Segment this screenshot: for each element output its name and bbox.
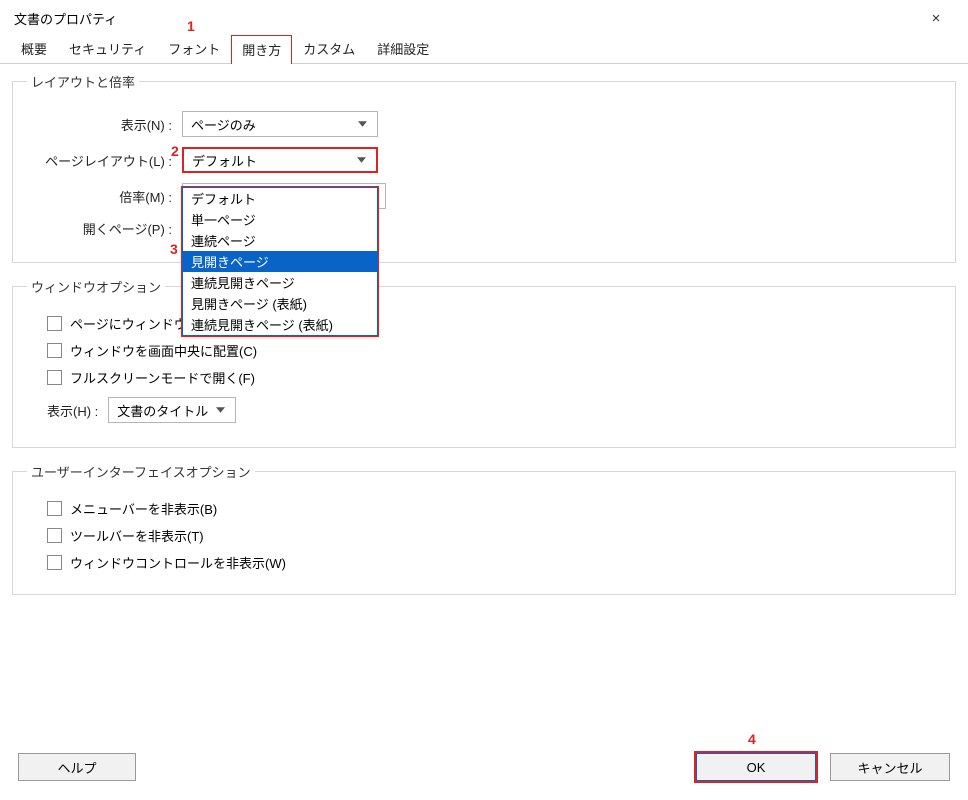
chevron-down-icon — [211, 398, 229, 422]
tab-content: レイアウトと倍率 表示(N) : ページのみ 2 ページレイアウト(L) : デ… — [0, 64, 968, 617]
chevron-down-icon — [352, 149, 370, 171]
dropdown-option[interactable]: 連続見開きページ (表紙) — [183, 314, 377, 335]
label-chk-fullscreen: フルスクリーンモードで開く(F) — [70, 368, 255, 387]
checkbox-fullscreen[interactable] — [47, 370, 62, 385]
group-layout: レイアウトと倍率 表示(N) : ページのみ 2 ページレイアウト(L) : デ… — [12, 72, 956, 263]
row-show: 表示(H) : 文書のタイトル — [47, 397, 941, 423]
label-chk-window-controls: ウィンドウコントロールを非表示(W) — [70, 553, 286, 572]
checkbox-toolbar[interactable] — [47, 528, 62, 543]
group-ui: ユーザーインターフェイスオプション メニューバーを非表示(B) ツールバーを非表… — [12, 462, 956, 595]
title-bar: 文書のプロパティ × — [0, 0, 968, 36]
ok-button[interactable]: OK — [696, 753, 816, 781]
label-chk-toolbar: ツールバーを非表示(T) — [70, 526, 204, 545]
tab-open[interactable]: 開き方 — [231, 35, 292, 64]
checkbox-resize[interactable] — [47, 316, 62, 331]
label-zoom: 倍率(M) : — [27, 187, 182, 206]
row-open-page: 開くページ(P) : — [27, 219, 941, 238]
dropdown-option[interactable]: 連続見開きページ — [183, 272, 377, 293]
row-chk-menubar: メニューバーを非表示(B) — [47, 499, 941, 518]
cancel-button[interactable]: キャンセル — [830, 753, 950, 781]
row-chk-fullscreen: フルスクリーンモードで開く(F) — [47, 368, 941, 387]
checkbox-center[interactable] — [47, 343, 62, 358]
tab-fonts[interactable]: フォント — [157, 34, 231, 63]
select-page-layout[interactable]: デフォルト — [182, 147, 378, 173]
help-button[interactable]: ヘルプ — [18, 753, 136, 781]
tab-summary[interactable]: 概要 — [10, 34, 58, 63]
row-chk-window-controls: ウィンドウコントロールを非表示(W) — [47, 553, 941, 572]
dropdown-option[interactable]: 単一ページ — [183, 209, 377, 230]
window-title: 文書のプロパティ — [14, 9, 117, 28]
select-show[interactable]: 文書のタイトル — [108, 397, 236, 423]
select-display[interactable]: ページのみ — [182, 111, 378, 137]
group-window: ウィンドウオプション ページにウィンドウサイズを合わせる(R) ウィンドウを画面… — [12, 277, 956, 448]
checkbox-window-controls[interactable] — [47, 555, 62, 570]
label-chk-center: ウィンドウを画面中央に配置(C) — [70, 341, 257, 360]
dialog-footer: ヘルプ 4 OK キャンセル — [0, 746, 968, 800]
label-page-layout: ページレイアウト(L) : — [27, 151, 182, 170]
annotation-3: 3 — [170, 241, 178, 257]
tab-security[interactable]: セキュリティ — [58, 34, 157, 63]
row-chk-center: ウィンドウを画面中央に配置(C) — [47, 341, 941, 360]
close-icon: × — [932, 10, 941, 27]
select-page-layout-value: デフォルト — [192, 151, 257, 170]
dropdown-page-layout[interactable]: デフォルト 単一ページ 連続ページ 見開きページ 連続見開きページ 見開きページ… — [182, 187, 378, 336]
dropdown-option[interactable]: 連続ページ — [183, 230, 377, 251]
select-show-value: 文書のタイトル — [117, 401, 208, 420]
label-chk-menubar: メニューバーを非表示(B) — [70, 499, 217, 518]
annotation-4: 4 — [748, 731, 756, 747]
label-open-page: 開くページ(P) : — [27, 219, 182, 238]
close-button[interactable]: × — [916, 3, 956, 33]
group-layout-legend: レイアウトと倍率 — [27, 72, 139, 91]
row-page-layout: ページレイアウト(L) : デフォルト — [27, 147, 941, 173]
row-display: 表示(N) : ページのみ — [27, 111, 941, 137]
tab-custom[interactable]: カスタム — [292, 34, 366, 63]
row-zoom: 倍率(M) : — [27, 183, 941, 209]
row-chk-toolbar: ツールバーを非表示(T) — [47, 526, 941, 545]
group-window-legend: ウィンドウオプション — [27, 277, 165, 296]
dropdown-option-selected[interactable]: 見開きページ — [183, 251, 377, 272]
chevron-down-icon — [353, 112, 371, 136]
tab-advanced[interactable]: 詳細設定 — [366, 34, 440, 63]
label-show: 表示(H) : — [47, 401, 98, 420]
label-display: 表示(N) : — [27, 115, 182, 134]
dropdown-option[interactable]: デフォルト — [183, 188, 377, 209]
dropdown-option[interactable]: 見開きページ (表紙) — [183, 293, 377, 314]
select-display-value: ページのみ — [191, 115, 256, 134]
checkbox-menubar[interactable] — [47, 501, 62, 516]
tab-bar: 概要 セキュリティ フォント 開き方 カスタム 詳細設定 1 — [0, 36, 968, 64]
group-ui-legend: ユーザーインターフェイスオプション — [27, 462, 255, 481]
